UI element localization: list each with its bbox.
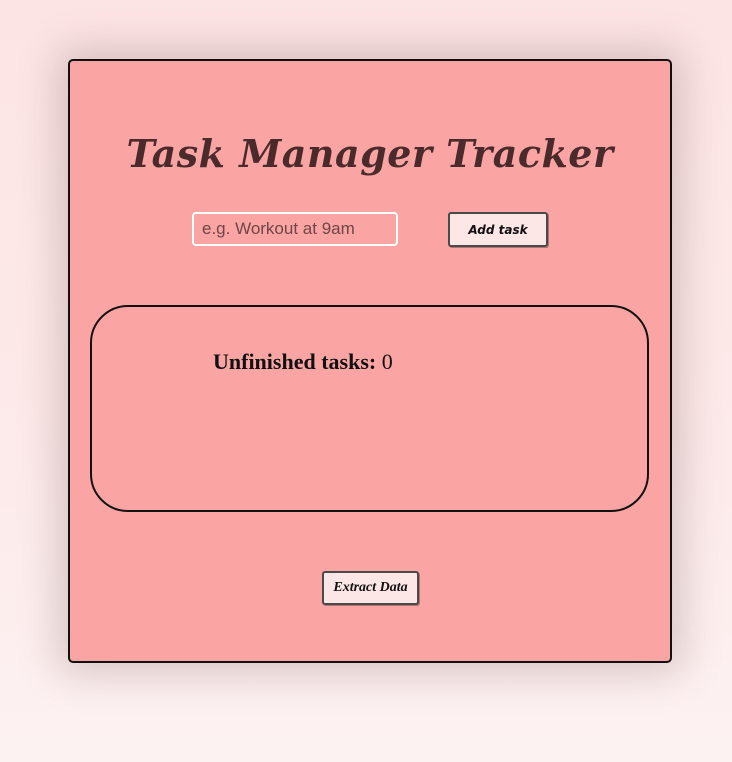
task-manager-card: Task Manager Tracker Add task Unfinished… bbox=[68, 59, 672, 663]
unfinished-tasks-label: Unfinished tasks: bbox=[213, 349, 377, 374]
task-input[interactable] bbox=[192, 212, 398, 246]
unfinished-tasks-count: 0 bbox=[381, 349, 393, 374]
task-list-panel: Unfinished tasks: 0 bbox=[90, 305, 649, 512]
add-task-button[interactable]: Add task bbox=[448, 212, 548, 247]
unfinished-tasks-status: Unfinished tasks: 0 bbox=[213, 349, 393, 375]
page-title: Task Manager Tracker bbox=[126, 131, 614, 176]
extract-data-button[interactable]: Extract Data bbox=[322, 571, 419, 605]
